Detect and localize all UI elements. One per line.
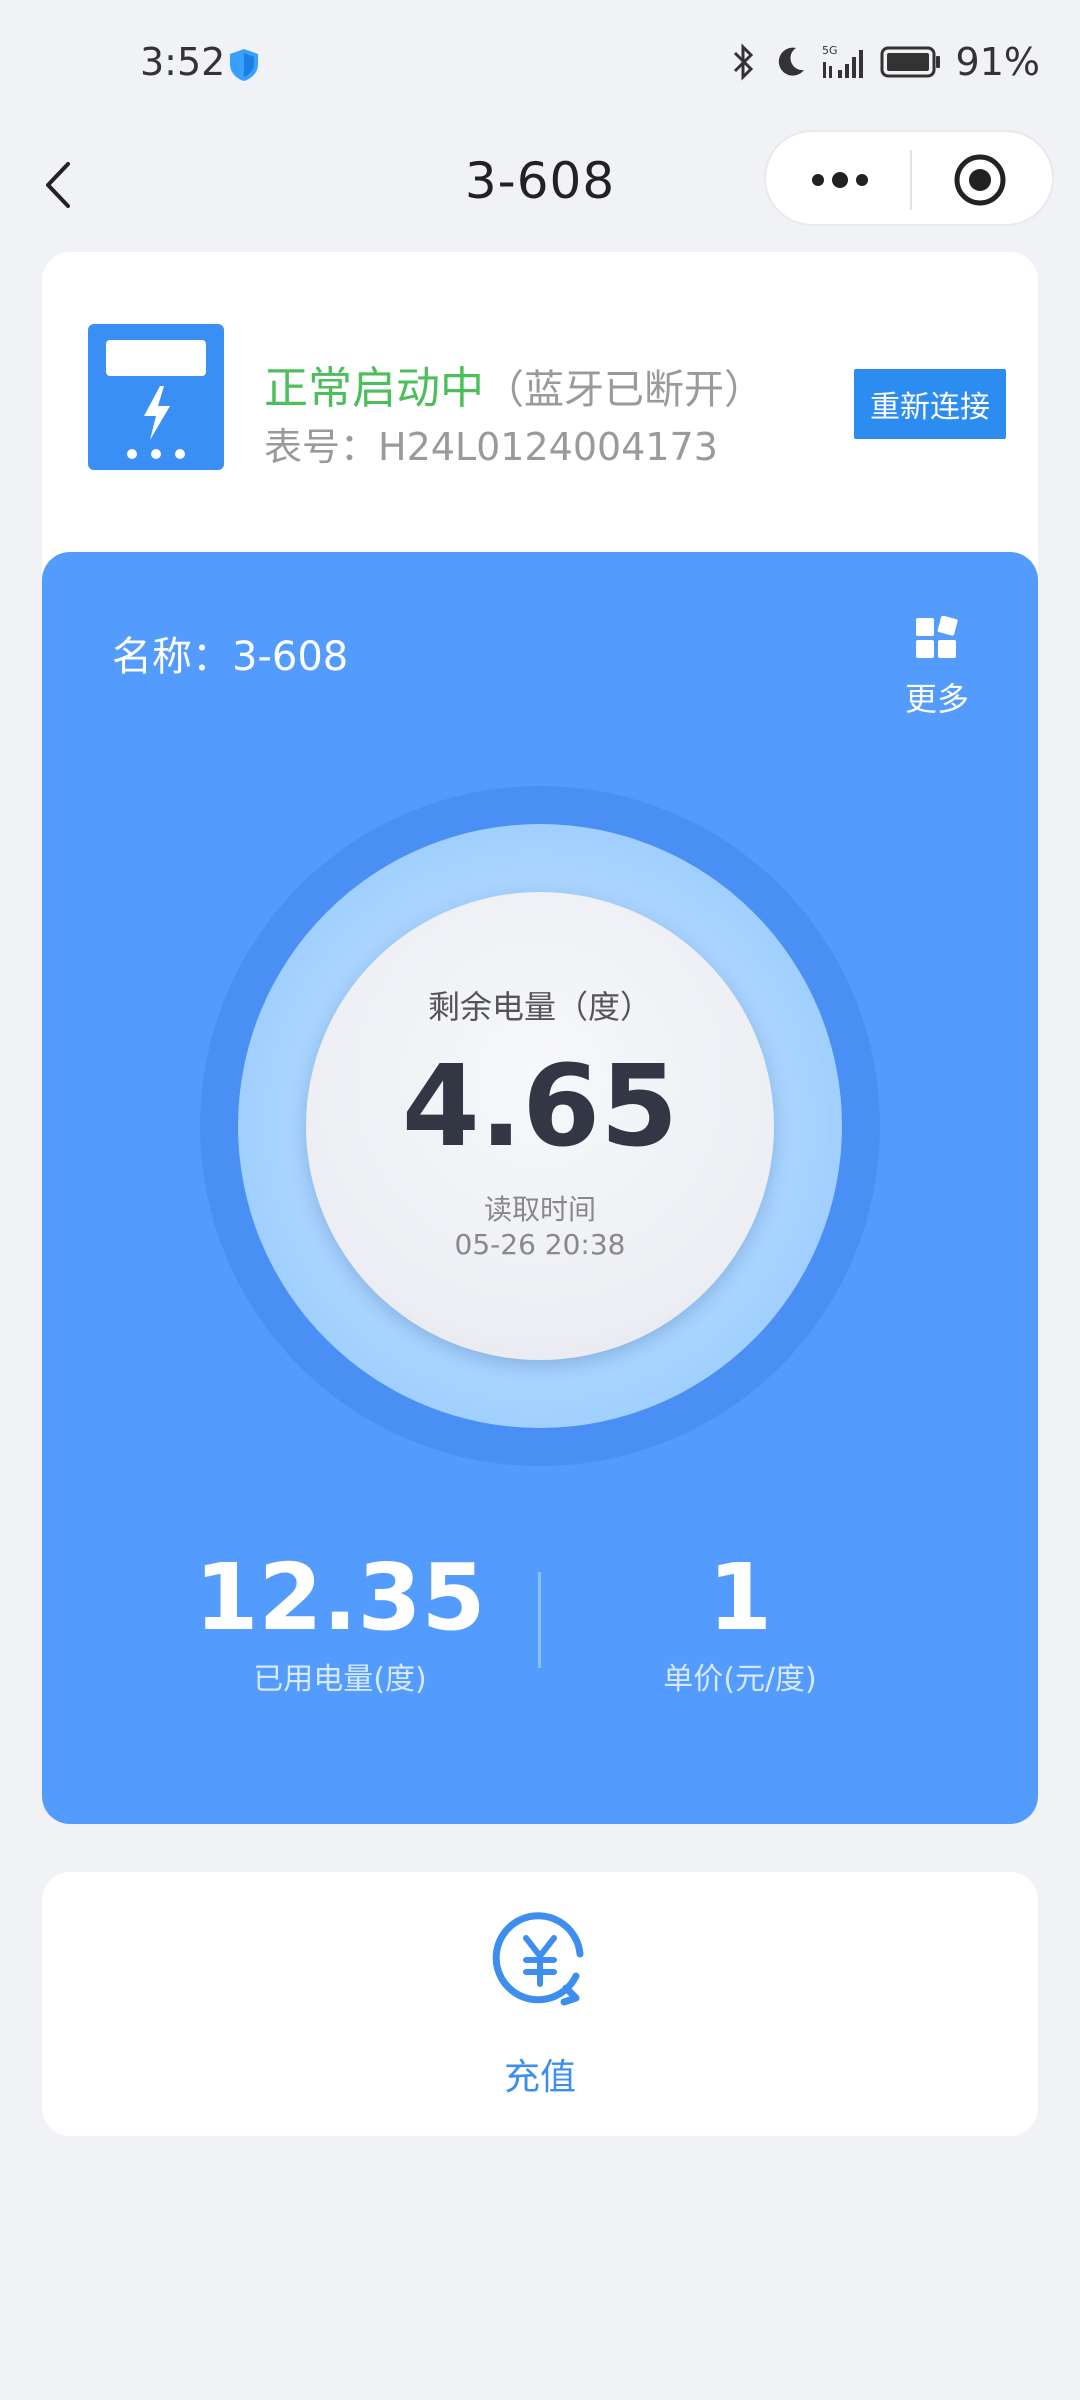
remaining-label: 剩余电量（度） xyxy=(427,988,652,1026)
battery-icon xyxy=(880,46,940,78)
bluetooth-status: （蓝牙已断开） xyxy=(484,367,764,413)
shield-icon xyxy=(230,49,258,81)
meter-number-label: 表号： xyxy=(264,425,379,469)
unit-price-label: 单价(元/度) xyxy=(663,1662,817,1697)
recharge-button[interactable]: 充值 xyxy=(42,1872,1038,2136)
status-icons: 5G 91% xyxy=(726,40,1040,84)
electric-meter-icon xyxy=(88,324,224,470)
yuan-recharge-icon xyxy=(492,1912,584,2006)
device-name-label: 名称： xyxy=(112,634,232,680)
device-name-value: 3-608 xyxy=(232,634,349,680)
meter-number: H24L0124004173 xyxy=(378,425,718,469)
more-label: 更多 xyxy=(904,680,969,718)
electricity-panel: 名称：3-608 更多 剩余电量（度） 4.65 读取时间 05-26 20:3… xyxy=(42,552,1038,1824)
read-time-label: 读取时间 xyxy=(483,1193,596,1226)
remaining-gauge: 剩余电量（度） 4.65 读取时间 05-26 20:38 xyxy=(306,892,774,1360)
close-target-icon[interactable] xyxy=(952,152,1008,208)
grid-apps-icon xyxy=(916,616,958,658)
device-name: 名称：3-608 xyxy=(112,624,348,682)
recharge-label: 充值 xyxy=(503,2057,576,2098)
remaining-value: 4.65 xyxy=(401,1042,679,1172)
battery-percent: 91% xyxy=(955,40,1040,84)
running-status: 正常启动中 xyxy=(264,363,484,414)
more-dots-icon[interactable] xyxy=(808,160,872,200)
read-time-value: 05-26 20:38 xyxy=(454,1228,626,1261)
used-energy-label: 已用电量(度) xyxy=(253,1662,427,1697)
mini-program-capsule xyxy=(764,130,1054,226)
status-time: 3:52 xyxy=(140,40,226,84)
more-button[interactable]: 更多 xyxy=(892,616,982,718)
svg-text:5G: 5G xyxy=(822,44,838,57)
signal-5g-icon: 5G xyxy=(822,44,863,78)
unit-price-value: 1 xyxy=(707,1544,772,1651)
unit-price-stat: 1 单价(元/度) xyxy=(560,1548,920,1698)
bluetooth-icon xyxy=(733,43,753,81)
device-status: 正常启动中（蓝牙已断开） xyxy=(264,352,764,416)
status-bar: 3:52 5G 91% xyxy=(0,0,1080,130)
used-energy-stat: 12.35 已用电量(度) xyxy=(160,1548,520,1698)
moon-icon xyxy=(778,47,804,76)
device-card: 正常启动中（蓝牙已断开） 表号：H24L0124004173 重新连接 xyxy=(42,252,1038,572)
nav-bar: 3-608 xyxy=(0,130,1080,240)
meter-number-line: 表号：H24L0124004173 xyxy=(264,416,718,471)
used-energy-value: 12.35 xyxy=(194,1544,486,1651)
stat-divider xyxy=(538,1572,541,1668)
reconnect-button[interactable]: 重新连接 xyxy=(854,369,1006,439)
capsule-divider xyxy=(910,150,912,210)
